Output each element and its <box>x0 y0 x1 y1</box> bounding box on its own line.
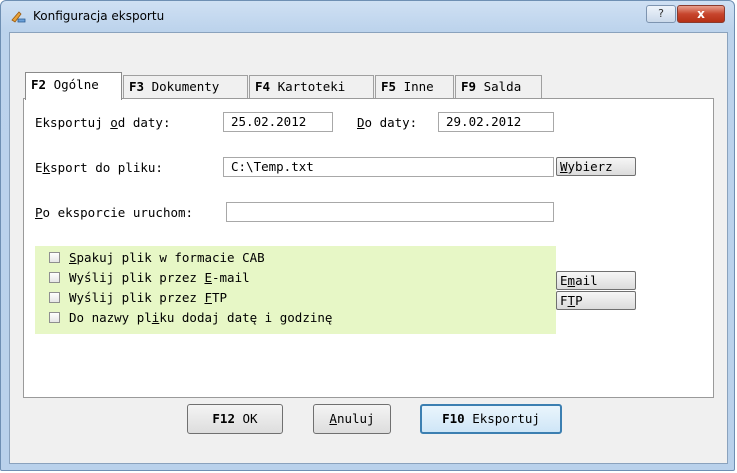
label-text: Wyślij plik przez <box>69 270 205 285</box>
accelerator-key: o <box>110 115 118 130</box>
accelerator-key: k <box>42 160 51 175</box>
accelerator-key: F <box>204 290 212 305</box>
label-text: sport do pliku: <box>50 160 163 175</box>
tab-label: Ogólne <box>53 77 99 92</box>
title-bar[interactable]: Konfiguracja eksportu ? x <box>1 1 734 31</box>
label-text: -mail <box>212 270 250 285</box>
button-label: ail <box>575 273 598 288</box>
date-from-field[interactable]: 25.02.2012 <box>223 112 333 132</box>
close-button[interactable]: x <box>677 5 725 23</box>
accelerator-key: S <box>69 250 77 265</box>
button-label: OK <box>242 411 258 426</box>
label-text: Eksportuj <box>35 115 111 130</box>
ftp-settings-button[interactable]: FTP <box>556 291 636 310</box>
tab-key: F5 <box>381 79 397 94</box>
tab-label: Salda <box>483 79 522 94</box>
tab-ogolne[interactable]: F2 Ogólne <box>25 72 122 100</box>
export-button[interactable]: F10 Eksportuj <box>420 404 562 434</box>
tab-inne[interactable]: F5 Inne <box>375 75 454 99</box>
label-text: Wyślij plik przez <box>69 290 205 305</box>
tab-label: Inne <box>403 79 434 94</box>
tab-key: F3 <box>129 79 145 94</box>
label-text: Do nazwy pl <box>69 310 152 325</box>
accelerator-key: P <box>35 205 43 220</box>
accelerator-key: A <box>329 411 337 426</box>
tab-label: Dokumenty <box>151 79 220 94</box>
label-text: pakuj plik w formacie CAB <box>76 250 265 265</box>
export-file-field[interactable]: C:\Temp.txt <box>223 157 554 177</box>
app-icon <box>11 11 26 23</box>
tab-dokumenty[interactable]: F3 Dokumenty <box>123 75 248 99</box>
label-text: ku dodaj datę i godzinę <box>159 310 333 325</box>
accelerator-key: m <box>567 273 576 288</box>
accelerator-key: D <box>357 115 365 130</box>
button-label: ybierz <box>567 159 613 174</box>
date-to-field[interactable]: 29.02.2012 <box>438 112 554 132</box>
options-group: Spakuj plik w formacie CAB Wyślij plik p… <box>35 246 556 334</box>
window-title: Konfiguracja eksportu <box>33 9 165 23</box>
checkbox-email[interactable] <box>49 272 60 283</box>
tab-kartoteki[interactable]: F4 Kartoteki <box>249 75 374 99</box>
accelerator-key: E <box>204 270 212 285</box>
accelerator-key: T <box>567 293 576 308</box>
date-to-label: Do daty: <box>357 115 417 130</box>
checkbox-add-date[interactable] <box>49 312 60 323</box>
checkbox-label: Wyślij plik przez FTP <box>69 290 227 306</box>
checkbox-cab[interactable] <box>49 252 60 263</box>
button-label: Eksportuj <box>472 411 540 426</box>
export-file-label: Eksport do pliku: <box>35 160 163 175</box>
button-label: P <box>575 293 583 308</box>
label-text: d daty: <box>117 115 171 130</box>
run-after-label: Po eksporcie uruchom: <box>35 205 193 220</box>
date-from-label: Eksportuj od daty: <box>35 115 170 130</box>
button-key: F10 <box>442 411 465 426</box>
tab-key: F9 <box>461 79 477 94</box>
help-button[interactable]: ? <box>646 5 676 23</box>
email-settings-button[interactable]: Email <box>556 271 636 290</box>
label-text: o daty: <box>364 115 418 130</box>
ok-button[interactable]: F12 OK <box>187 404 283 434</box>
tab-key: F2 <box>31 77 47 92</box>
label-text: E <box>35 160 43 175</box>
button-label: nuluj <box>336 411 375 426</box>
button-label: E <box>560 273 568 288</box>
checkbox-label: Do nazwy pliku dodaj datę i godzinę <box>69 310 332 326</box>
tab-salda[interactable]: F9 Salda <box>455 75 542 99</box>
tab-key: F4 <box>255 79 271 94</box>
tab-label: Kartoteki <box>277 79 346 94</box>
checkbox-label: Spakuj plik w formacie CAB <box>69 250 265 266</box>
choose-file-button[interactable]: Wybierz <box>556 157 636 176</box>
checkbox-ftp[interactable] <box>49 292 60 303</box>
checkbox-label: Wyślij plik przez E-mail <box>69 270 250 286</box>
label-text: o eksporcie uruchom: <box>42 205 194 220</box>
accelerator-key: W <box>560 159 568 174</box>
button-key: F12 <box>212 411 235 426</box>
button-label: F <box>560 293 568 308</box>
cancel-button[interactable]: Anuluj <box>313 404 391 434</box>
label-text: TP <box>212 290 228 305</box>
run-after-field[interactable] <box>226 202 554 222</box>
